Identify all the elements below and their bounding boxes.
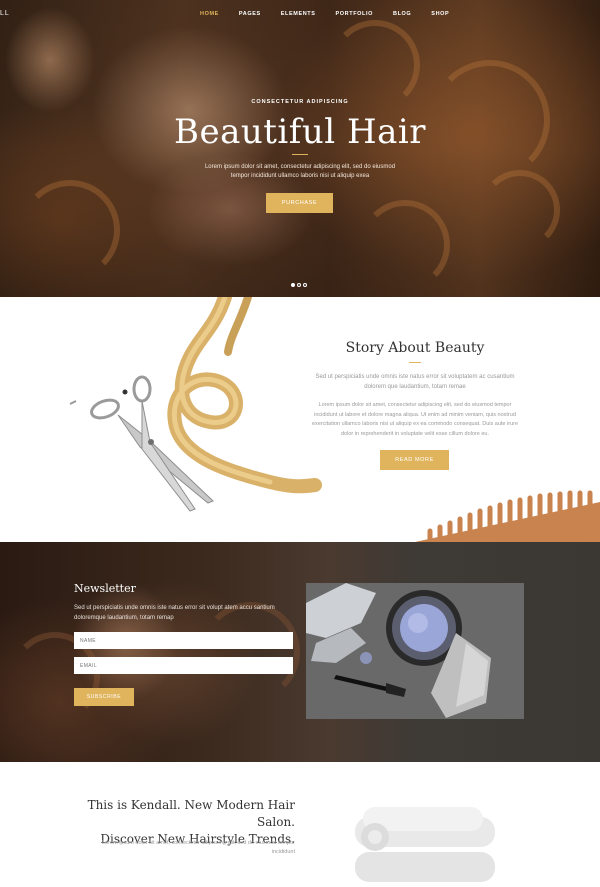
slider-dot-3[interactable]: [303, 283, 307, 287]
nav-item-shop[interactable]: SHOP: [431, 11, 449, 17]
purchase-button[interactable]: PURCHASE: [266, 193, 333, 213]
subscribe-button[interactable]: SUBSCRIBE: [74, 688, 134, 706]
nav-item-home[interactable]: HOME: [200, 11, 219, 17]
hair-dye-bowl-image: [306, 583, 524, 719]
story-body: Lorem ipsum dolor sit amet, consectetur …: [311, 402, 519, 437]
slider-dot-2[interactable]: [297, 283, 301, 287]
name-field[interactable]: [74, 632, 293, 649]
email-field[interactable]: [74, 657, 293, 674]
story-lead: Sed ut perspiciatis unde omnis iste natu…: [315, 374, 515, 390]
slider-dots: [291, 283, 307, 287]
read-more-button[interactable]: READ MORE: [380, 450, 449, 470]
nav-item-elements[interactable]: ELEMENTS: [281, 11, 316, 17]
hair-curl-decor: [480, 170, 560, 250]
hair-knot-image: [167, 297, 322, 494]
hair-curl-decor: [330, 20, 420, 110]
hair-curl-decor: [20, 180, 120, 280]
comb-image: [415, 490, 600, 542]
nav-item-portfolio[interactable]: PORTFOLIO: [336, 11, 373, 17]
towel-image: [355, 807, 495, 882]
intro-text: Lorem ipsum dolor sit amet, consectetur …: [102, 840, 295, 855]
newsletter-text: Sed ut perspiciatis unde omnis iste natu…: [74, 605, 275, 621]
hero-divider: [292, 154, 308, 155]
hero-kicker: CONSECTETUR ADIPISCING: [251, 99, 349, 105]
nav-item-blog[interactable]: BLOG: [393, 11, 411, 17]
hero-text: Lorem ipsum dolor sit amet, consectetur …: [204, 164, 396, 179]
nav-item-pages[interactable]: PAGES: [239, 11, 261, 17]
story-divider: [409, 362, 421, 363]
intro-title-line-1: This is Kendall. New Modern Hair Salon.: [87, 798, 295, 829]
slider-dot-1[interactable]: [291, 283, 295, 287]
story-title: Story About Beauty: [345, 340, 485, 356]
hero-title: Beautiful Hair: [173, 112, 427, 152]
main-nav: HOME PAGES ELEMENTS PORTFOLIO BLOG SHOP: [200, 11, 469, 17]
site-logo[interactable]: LL: [0, 10, 10, 17]
hair-curl-decor: [360, 200, 450, 290]
hair-dye-illustration: [306, 583, 524, 719]
newsletter-title: Newsletter: [74, 582, 136, 595]
